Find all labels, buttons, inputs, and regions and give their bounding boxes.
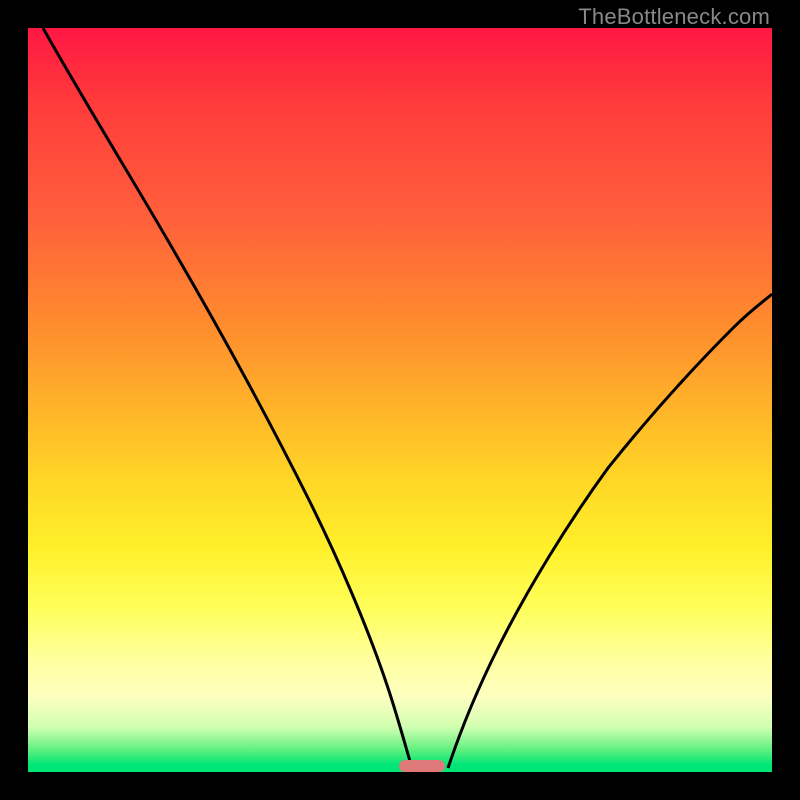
bottleneck-marker <box>399 760 445 772</box>
watermark-text: TheBottleneck.com <box>578 4 770 30</box>
curve-left <box>43 28 412 768</box>
curve-right <box>448 294 772 768</box>
chart-curves <box>28 28 772 772</box>
chart-container: TheBottleneck.com <box>0 0 800 800</box>
